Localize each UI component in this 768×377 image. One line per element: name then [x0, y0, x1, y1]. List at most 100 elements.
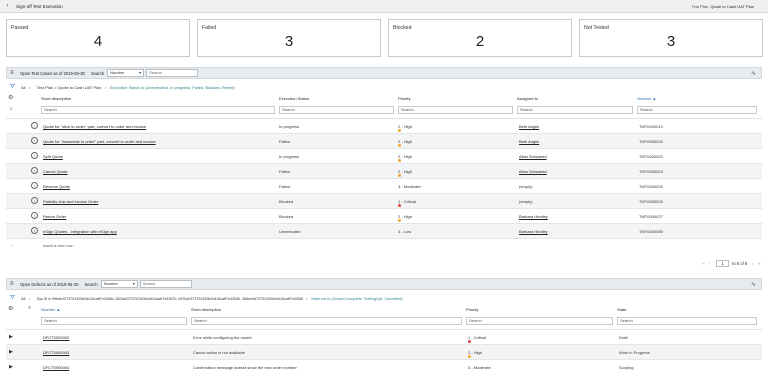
page-number-input[interactable]: 1 — [716, 259, 730, 267]
activity-pulse-icon[interactable]: ∿ — [751, 70, 756, 77]
col-search-short-description[interactable]: Search — [191, 317, 462, 325]
defect-number-link[interactable]: DFCT0000003 — [43, 350, 69, 355]
test-number: TMT0000033 — [639, 139, 663, 144]
table-row[interactable]: i Quote for "stick to order" part, conver… — [6, 118, 762, 133]
search-input[interactable]: Search — [146, 69, 199, 77]
previous-page-button[interactable]: ‹ — [709, 261, 710, 266]
last-page-button[interactable]: » — [758, 261, 760, 266]
test-number: TMT0000027 — [639, 214, 663, 219]
info-icon[interactable]: i — [31, 167, 38, 174]
col-search-state[interactable]: Search — [617, 317, 757, 325]
short-description-link[interactable]: eSign Quotes - integration with eSign ap… — [43, 229, 117, 234]
first-page-button[interactable]: « — [702, 261, 704, 266]
search-field-select[interactable]: Number — [107, 69, 145, 77]
back-arrow-icon[interactable]: ‹ — [3, 2, 12, 11]
filter-all[interactable]: All — [21, 296, 25, 301]
filter-execution-status[interactable]: Execution Status in (Unexecuted, In prog… — [110, 85, 235, 90]
info-icon[interactable]: i — [31, 197, 38, 204]
col-short-description[interactable]: Short description — [191, 307, 221, 312]
test-cases-column-headers: ⚙ Short description Execution Status Pri… — [6, 94, 762, 103]
hamburger-menu-icon[interactable]: ≡ — [10, 281, 18, 287]
info-icon[interactable]: i — [31, 137, 38, 144]
short-description-link[interactable]: Return Order — [43, 214, 66, 219]
table-row[interactable]: ▶ DFCT0000004 Confirmation message doesnt … — [6, 359, 762, 374]
col-priority[interactable]: Priority — [398, 96, 410, 101]
filter-state[interactable]: State not in (Closed Complete, Testing/Q… — [311, 297, 403, 301]
table-row[interactable]: i Split Quote In progress 2 - High Allan Sch… — [6, 148, 762, 163]
table-row[interactable]: i Quote for "Assemble to order" part, con… — [6, 133, 762, 148]
filter-funnel-icon[interactable]: ⛛ — [10, 84, 18, 91]
col-search-number[interactable]: Search — [41, 317, 187, 325]
assigned-to[interactable]: Allan Schwantd — [519, 169, 547, 174]
col-execution-status[interactable]: Execution Status — [279, 96, 309, 101]
expand-caret-icon[interactable]: ▶ — [9, 349, 13, 355]
search-icon[interactable]: ⌕ — [10, 106, 13, 112]
table-row[interactable]: i Reverse Quote Failed 3 - Moderate (empty) T… — [6, 178, 762, 193]
crumb-value[interactable]: Quote to Cash UAT Plan — [710, 4, 754, 9]
table-row[interactable]: i eSign Quotes - integration with eSign a… — [6, 223, 762, 238]
search-icon[interactable]: ⌕ — [28, 305, 31, 312]
defects-list-header: ≡ Open Defects as of 2019-05-30 Search N… — [6, 278, 762, 290]
filter-funnel-icon[interactable]: ⛛ — [10, 295, 18, 302]
assigned-to[interactable]: Allan Schwantd — [519, 154, 547, 159]
col-state[interactable]: State — [617, 307, 626, 312]
next-page-button[interactable]: › — [752, 261, 753, 266]
col-search-execution-status[interactable]: Search — [279, 106, 394, 114]
search-input[interactable]: Search — [139, 280, 192, 288]
filter-all[interactable]: All — [21, 85, 25, 90]
table-row[interactable]: i Return Order Blocked 2 - High Barbara Hind… — [6, 208, 762, 223]
short-description-link[interactable]: Reverse Quote — [43, 184, 70, 189]
col-priority[interactable]: Priority — [466, 307, 478, 312]
col-assigned-to[interactable]: Assigned to — [517, 96, 538, 101]
short-description-link[interactable]: Quote for "stick to order" part, convert… — [43, 124, 146, 129]
hamburger-menu-icon[interactable]: ≡ — [10, 70, 18, 76]
priority-cell: 2 - High — [398, 139, 412, 147]
insert-row-label: Insert a new row... — [43, 243, 76, 248]
test-cases-column-search-row: ⌕ Search Search Search Search Search — [6, 105, 762, 115]
expand-caret-icon[interactable]: ▶ — [9, 334, 13, 340]
filter-sys-id[interactable]: Sys ID in 99bde2073701320b0d416caff7e435… — [37, 297, 303, 301]
defect-state: Draft — [619, 335, 628, 340]
card-failed[interactable]: Failed 3 — [197, 19, 381, 57]
assigned-to[interactable]: Barbara Hindley — [519, 229, 548, 234]
assigned-to[interactable]: Barbara Hindley — [519, 214, 548, 219]
col-search-short-description[interactable]: Search — [41, 106, 275, 114]
info-icon[interactable]: i — [31, 152, 38, 159]
insert-row[interactable]: + Insert a new row... — [6, 238, 762, 251]
info-icon[interactable]: i — [31, 227, 38, 234]
col-short-description[interactable]: Short description — [41, 96, 71, 101]
gear-icon[interactable]: ⚙ — [8, 305, 13, 312]
table-row[interactable]: ▶ DFCT0000003 Cancel action is not availab… — [6, 344, 762, 359]
assigned-to[interactable]: Beth Anglin — [519, 124, 539, 129]
info-icon[interactable]: i — [31, 182, 38, 189]
assigned-to: (empty) — [519, 199, 533, 204]
short-description-link[interactable]: Quote for "Assemble to order" part, conv… — [43, 139, 156, 144]
expand-caret-icon[interactable]: ▶ — [9, 364, 13, 370]
info-icon[interactable]: i — [31, 212, 38, 219]
activity-pulse-icon[interactable]: ∿ — [751, 281, 756, 288]
card-not-tested[interactable]: Not Tested 3 — [579, 19, 763, 57]
defect-state: Scoping — [619, 365, 634, 370]
col-search-priority[interactable]: Search — [466, 317, 613, 325]
list-title: Open Test Cases as of 2019-05-30 — [20, 70, 85, 76]
table-row[interactable]: ▶ DFCT0000002 Error while configuring the … — [6, 329, 762, 344]
short-description-link[interactable]: Partially ship and invoice Order — [43, 199, 98, 204]
filter-test-plan[interactable]: Test Plan = Quote to Cash UAT Plan — [37, 85, 102, 90]
gear-icon[interactable]: ⚙ — [8, 94, 13, 101]
info-icon[interactable]: i — [31, 122, 38, 129]
card-blocked[interactable]: Blocked 2 — [388, 19, 572, 57]
table-row[interactable]: i Cancel Quote Failed 2 - High Allan Schwant… — [6, 163, 762, 178]
col-search-assigned-to[interactable]: Search — [517, 106, 633, 114]
table-row[interactable]: i Partially ship and invoice Order Blocked… — [6, 193, 762, 208]
card-passed[interactable]: Passed 4 — [6, 19, 190, 57]
defect-number-link[interactable]: DFCT0000002 — [43, 335, 69, 340]
defect-number-link[interactable]: DFCT0000004 — [43, 365, 69, 370]
col-search-priority[interactable]: Search — [398, 106, 513, 114]
col-search-number[interactable]: Search — [637, 106, 757, 114]
col-number[interactable]: Number ▲ — [637, 96, 656, 101]
short-description-link[interactable]: Cancel Quote — [43, 169, 67, 174]
search-field-select[interactable]: Number — [100, 280, 138, 288]
col-number[interactable]: Number ▲ — [41, 307, 60, 312]
short-description-link[interactable]: Split Quote — [43, 154, 63, 159]
assigned-to[interactable]: Beth Anglin — [519, 139, 539, 144]
